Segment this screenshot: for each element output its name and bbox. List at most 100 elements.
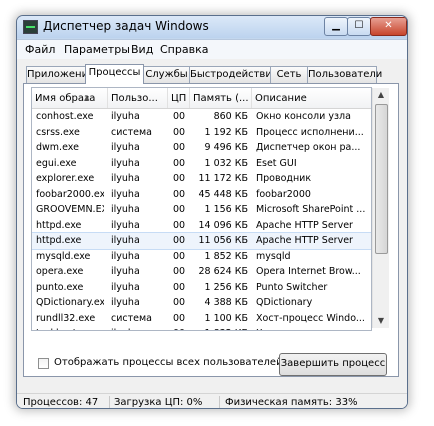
process-name: foobar2000.exe xyxy=(36,188,104,200)
menu-help[interactable]: Справка xyxy=(160,43,208,56)
table-row[interactable]: egui.exe ilyuha 00 1 032 КБ Eset GUI xyxy=(32,156,371,172)
menu-bar: Файл Параметры Вид Справка xyxy=(17,39,407,59)
process-list-header: ▲ Имя образа Пользо... ЦП Память (... Оп… xyxy=(32,88,371,109)
task-manager-app-icon xyxy=(23,20,38,34)
process-cpu: 00 xyxy=(173,250,186,262)
close-button[interactable]: ✕ xyxy=(370,17,407,36)
table-row[interactable]: dwm.exe ilyuha 00 9 496 КБ Диспетчер окон рa… xyxy=(32,140,371,156)
table-row[interactable]: httpd.exe ilyuha 00 14 096 КБ Apache HTTP Se… xyxy=(32,218,371,234)
process-description: Диспетчер окон рa... xyxy=(256,142,361,153)
process-memory: 9 496 КБ xyxy=(204,142,248,153)
process-user: ilyuha xyxy=(111,204,140,215)
scrollbar-thumb[interactable] xyxy=(375,104,388,254)
process-user: ilyuha xyxy=(111,326,169,330)
tab-applications[interactable]: Приложения xyxy=(26,66,94,83)
column-header-description[interactable]: Описание xyxy=(252,88,371,108)
process-name: QDictionary.exe xyxy=(36,297,104,308)
process-cpu: 00 xyxy=(173,235,186,246)
table-row[interactable]: conhost.exe ilyuha 00 860 КБ Окно консоли уз… xyxy=(32,109,371,125)
show-all-users-label: Отображать процессы всех пользователей xyxy=(54,357,283,368)
process-cpu: 00 xyxy=(173,126,186,138)
process-description: Punto Switcher xyxy=(256,281,328,293)
task-manager-window: Диспетчер задач Windows ▁ ☐ ✕ Файл Парам… xyxy=(16,15,408,409)
tab-performance[interactable]: Быстродействие xyxy=(189,66,278,83)
process-description: Opera Internet Brow... xyxy=(256,266,361,277)
process-cpu: 00 xyxy=(173,312,186,324)
process-name: httpd.exe xyxy=(36,219,82,231)
process-name: conhost.exe xyxy=(36,111,94,122)
table-row[interactable]: GROOVEMN.EXE ilyuha 00 1 156 КБ Microsoft Sh… xyxy=(32,202,371,218)
column-header-cpu[interactable]: ЦП xyxy=(168,88,190,108)
tab-services[interactable]: Службы xyxy=(143,66,190,83)
process-description: Хост-процесс Windo... xyxy=(256,312,365,324)
process-description: Eset GUI xyxy=(256,157,297,169)
process-name: explorer.exe xyxy=(36,173,95,184)
column-header-image-name[interactable]: ▲ Имя образа xyxy=(32,88,108,108)
vertical-scrollbar[interactable]: ▲ ▼ xyxy=(372,88,389,328)
table-row[interactable]: explorer.exe ilyuha 00 11 172 КБ Проводник xyxy=(32,171,371,187)
process-user: ilyuha xyxy=(111,281,140,293)
process-rows: conhost.exe ilyuha 00 860 КБ Окно консоли уз… xyxy=(32,109,371,330)
table-row[interactable]: punto.exe ilyuha 00 1 256 КБ Punto Switcher xyxy=(32,280,371,296)
minimize-button[interactable]: ▁ xyxy=(324,17,348,36)
process-description: Процесс исполнени... xyxy=(256,126,364,138)
menu-view[interactable]: Вид xyxy=(131,43,153,56)
process-user: ilyuha xyxy=(111,111,140,122)
table-row[interactable]: foobar2000.exe ilyuha 00 45 448 КБ foobar200… xyxy=(32,187,371,203)
end-process-button[interactable]: Завершить процесс xyxy=(279,353,387,376)
process-user: ilyuha xyxy=(111,142,140,153)
process-list[interactable]: ▲ Имя образа Пользо... ЦП Память (... Оп… xyxy=(31,87,372,331)
process-user: ilyuha xyxy=(111,219,140,231)
table-row[interactable]: QDictionary.exe ilyuha 00 4 388 КБ QDictiona… xyxy=(32,295,371,311)
scroll-up-arrow-icon[interactable]: ▲ xyxy=(374,88,388,102)
sort-ascending-icon: ▲ xyxy=(84,94,90,102)
process-cpu: 00 xyxy=(173,142,186,153)
table-row[interactable]: taskhost.exe ilyuha 00 1 832 КБ Хост-процесс… xyxy=(32,326,371,330)
scroll-down-arrow-icon[interactable]: ▼ xyxy=(374,314,388,328)
status-bar: Процессов: 47 Загрузка ЦП: 0% Физическая… xyxy=(17,393,407,408)
process-memory: 11 172 КБ xyxy=(198,173,248,184)
process-name: mysqld.exe xyxy=(36,250,91,262)
show-all-users-checkbox[interactable] xyxy=(38,358,49,369)
process-cpu: 00 xyxy=(173,281,186,293)
process-user: система xyxy=(111,312,152,324)
process-user: ilyuha xyxy=(111,157,140,169)
process-memory: 1 192 КБ xyxy=(204,126,248,138)
process-description: Окно консоли узла xyxy=(256,111,351,122)
process-user: система xyxy=(111,126,152,138)
process-memory: 1 100 КБ xyxy=(204,312,248,324)
table-row[interactable]: rundll32.exe система 00 1 100 КБ Хост-процес… xyxy=(32,311,371,327)
process-user: ilyuha xyxy=(111,297,140,308)
process-name: rundll32.exe xyxy=(36,312,96,324)
process-user: ilyuha xyxy=(111,188,140,200)
process-memory: 860 КБ xyxy=(213,111,248,122)
process-description: Apache HTTP Server xyxy=(256,235,353,246)
maximize-button[interactable]: ☐ xyxy=(347,17,371,36)
tab-processes[interactable]: Процессы xyxy=(85,64,144,84)
table-row[interactable]: opera.exe ilyuha 00 28 624 КБ Opera Internet… xyxy=(32,264,371,280)
column-header-user[interactable]: Пользо... xyxy=(108,88,168,108)
process-memory: 1 032 КБ xyxy=(204,157,248,169)
table-row[interactable]: csrss.exe система 00 1 192 КБ Процесс исполн… xyxy=(32,125,371,141)
title-bar[interactable]: Диспетчер задач Windows ▁ ☐ ✕ xyxy=(17,16,407,38)
table-row[interactable]: httpd.exe ilyuha 00 11 056 КБ Apache HTTP Se… xyxy=(32,232,371,250)
table-row[interactable]: mysqld.exe ilyuha 00 1 852 КБ mysqld xyxy=(32,249,371,265)
process-name: httpd.exe xyxy=(36,235,82,246)
process-description: QDictionary xyxy=(256,297,313,308)
tab-users[interactable]: Пользователи xyxy=(307,66,382,83)
menu-options[interactable]: Параметры xyxy=(64,43,130,56)
process-cpu: 00 xyxy=(173,204,186,215)
process-cpu: 00 xyxy=(173,111,186,122)
process-description: mysqld xyxy=(256,250,291,262)
process-name: csrss.exe xyxy=(36,126,80,138)
process-cpu: 00 xyxy=(173,173,186,184)
process-memory: 14 096 КБ xyxy=(198,219,248,231)
column-header-memory[interactable]: Память (... xyxy=(190,88,252,108)
process-memory: 1 156 КБ xyxy=(204,204,248,215)
menu-file[interactable]: Файл xyxy=(25,43,55,56)
tab-network[interactable]: Сеть xyxy=(270,66,308,83)
status-separator xyxy=(109,396,110,408)
process-cpu: 00 xyxy=(173,157,186,169)
process-memory: 4 388 КБ xyxy=(204,297,248,308)
process-cpu: 00 xyxy=(173,297,186,308)
